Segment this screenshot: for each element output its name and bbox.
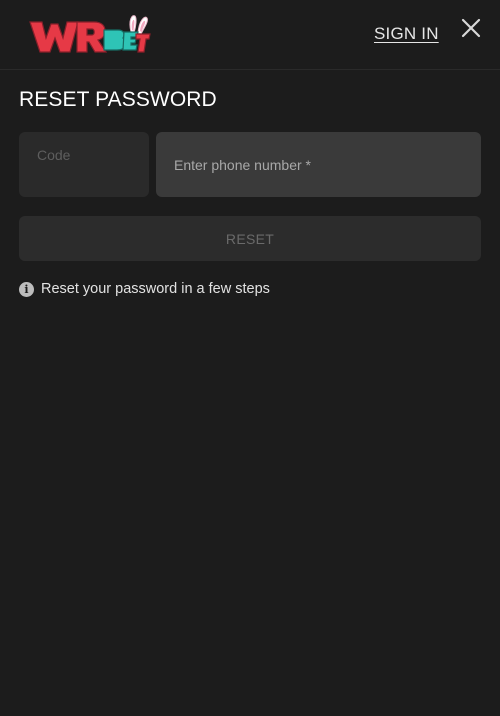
code-label: Code bbox=[37, 147, 71, 163]
close-icon[interactable] bbox=[460, 17, 482, 39]
sign-in-link[interactable]: SIGN IN bbox=[374, 24, 439, 44]
phone-number-input[interactable] bbox=[156, 132, 481, 197]
country-code-select[interactable]: Code bbox=[19, 132, 149, 197]
info-text: Reset your password in a few steps bbox=[41, 281, 270, 297]
page-title: RESET PASSWORD bbox=[19, 88, 217, 111]
reset-button[interactable]: RESET bbox=[19, 216, 481, 261]
phone-number-field[interactable] bbox=[156, 132, 481, 197]
reset-password-page: SIGN IN RESET PASSWORD Code RESET i Rese… bbox=[0, 0, 500, 716]
info-icon: i bbox=[19, 281, 34, 297]
info-message: i Reset your password in a few steps bbox=[19, 280, 270, 298]
wrbet-logo[interactable] bbox=[28, 12, 152, 58]
header: SIGN IN bbox=[0, 0, 500, 70]
